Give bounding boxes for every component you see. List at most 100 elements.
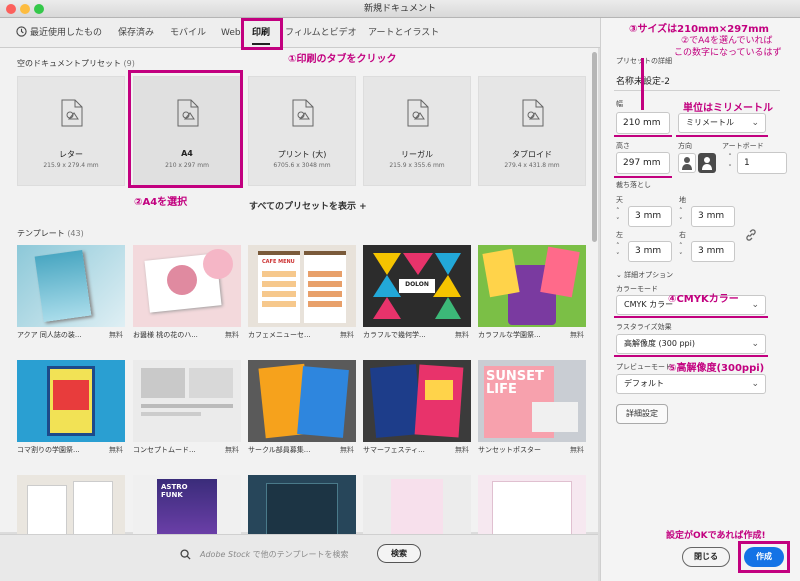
tab-mobile[interactable]: モバイル bbox=[170, 18, 206, 48]
template-card[interactable]: コマ割りの学園祭... 無料 bbox=[17, 360, 125, 454]
template-thumbnail bbox=[248, 475, 356, 534]
chevron-down-icon: ⌄ bbox=[751, 339, 759, 349]
template-card[interactable]: カラフルな学園祭... 無料 bbox=[478, 245, 586, 339]
minimize-window-icon[interactable] bbox=[20, 4, 30, 14]
tab-film-video[interactable]: フィルムとビデオ bbox=[285, 18, 357, 48]
template-card[interactable]: サークル部員募集... 無料 bbox=[248, 360, 356, 454]
template-card[interactable]: サマーフェスティ... 無料 bbox=[363, 360, 471, 454]
show-all-presets-link[interactable]: すべてのプリセットを表示 + bbox=[249, 199, 367, 212]
template-card[interactable]: SUNSET LIFE サンセットポスター 無料 bbox=[478, 360, 586, 454]
width-input[interactable]: 210 mm bbox=[616, 112, 670, 134]
color-mode-value: CMYK カラー bbox=[624, 300, 674, 309]
tab-art-illustration[interactable]: アートとイラスト bbox=[368, 18, 439, 48]
advanced-settings-button[interactable]: 詳細設定 bbox=[616, 404, 668, 424]
template-search-input[interactable]: Adobe Stock で他のテンプレートを検索 bbox=[200, 549, 348, 560]
annotation-ppi: ⑤高解像度(300ppi) bbox=[668, 363, 765, 374]
template-thumbnail bbox=[17, 245, 125, 327]
annotation-create: 設定がOKであれば作成! bbox=[666, 531, 766, 541]
preset-size: 6705.6 x 3048 mm bbox=[273, 162, 331, 169]
unit-select[interactable]: ミリメートル ⌄ bbox=[678, 113, 766, 133]
artboard-stepper[interactable]: ˄ ˅ bbox=[724, 152, 736, 174]
tab-web[interactable]: Web bbox=[221, 18, 241, 48]
bleed-bottom-input[interactable]: 3 mm bbox=[691, 206, 735, 227]
presets-heading: 空のドキュメントプリセット (9) bbox=[17, 58, 135, 69]
bleed-bottom-stepper[interactable]: ˄ ˅ bbox=[679, 206, 691, 226]
template-name: カラフルな学園祭... bbox=[478, 331, 541, 339]
link-icon[interactable] bbox=[744, 228, 758, 242]
template-free-badge: 無料 bbox=[455, 331, 469, 339]
raster-effects-select[interactable]: 高解像度 (300 ppi) ⌄ bbox=[616, 334, 766, 354]
scrollbar-thumb[interactable] bbox=[592, 52, 597, 242]
artboard-input[interactable]: 1 bbox=[737, 152, 787, 174]
template-free-badge: 無料 bbox=[570, 446, 584, 454]
tab-recent[interactable]: 最近使用したもの bbox=[16, 18, 102, 48]
template-card[interactable]: ASTRO FUNK bbox=[133, 475, 241, 534]
annotation-select-a4: ②A4を選択 bbox=[134, 197, 188, 208]
close-window-icon[interactable] bbox=[6, 4, 16, 14]
template-card[interactable]: アクア 同人誌の装... 無料 bbox=[17, 245, 125, 339]
bleed-right-stepper[interactable]: ˄ ˅ bbox=[679, 241, 691, 261]
template-card[interactable]: お醤様 桃の花のハ... 無料 bbox=[133, 245, 241, 339]
template-free-badge: 無料 bbox=[225, 331, 239, 339]
clock-icon bbox=[16, 26, 27, 37]
template-thumbnail: SUNSET LIFE bbox=[478, 360, 586, 442]
template-thumbnail: CAFE MENU bbox=[248, 245, 356, 327]
bleed-left-stepper[interactable]: ˄ ˅ bbox=[616, 241, 628, 261]
landscape-orientation-button[interactable] bbox=[698, 153, 716, 173]
bleed-label: 裁ち落とし bbox=[616, 181, 651, 189]
template-name: お醤様 桃の花のハ... bbox=[133, 331, 198, 339]
preset-letter[interactable]: レター 215.9 x 279.4 mm bbox=[17, 76, 125, 186]
template-free-badge: 無料 bbox=[109, 446, 123, 454]
template-thumbnail bbox=[478, 475, 586, 534]
preset-size: 215.9 x 279.4 mm bbox=[43, 162, 99, 169]
preset-name: レター bbox=[59, 150, 83, 159]
width-label: 幅 bbox=[616, 100, 623, 108]
annotation-unit: 単位はミリメートル bbox=[683, 103, 773, 114]
preset-name: プリント (大) bbox=[277, 150, 327, 159]
template-card[interactable] bbox=[17, 475, 125, 534]
template-card[interactable]: DOLON カラフルで幾何学... 無料 bbox=[363, 245, 471, 339]
template-thumbnail bbox=[133, 360, 241, 442]
template-name: サークル部員募集... bbox=[248, 446, 311, 454]
template-card[interactable]: CAFE MENU カフェメニューセ... 無料 bbox=[248, 245, 356, 339]
preview-mode-select[interactable]: デフォルト ⌄ bbox=[616, 374, 766, 394]
preset-legal[interactable]: リーガル 215.9 x 355.6 mm bbox=[363, 76, 471, 186]
advanced-options-toggle[interactable]: ⌄ 詳細オプション bbox=[616, 270, 673, 280]
document-icon bbox=[522, 99, 544, 127]
annotation-print-tab: ①印刷のタブをクリック bbox=[288, 54, 397, 65]
thumb-menu-text: CAFE MENU bbox=[262, 259, 295, 265]
document-icon bbox=[292, 99, 314, 127]
unit-value: ミリメートル bbox=[686, 118, 734, 127]
preset-tabloid[interactable]: タブロイド 279.4 x 431.8 mm bbox=[478, 76, 586, 186]
search-icon bbox=[180, 549, 191, 560]
advanced-options-label: 詳細オプション bbox=[624, 271, 674, 279]
bleed-top-input[interactable]: 3 mm bbox=[628, 206, 672, 227]
height-input[interactable]: 297 mm bbox=[616, 152, 670, 174]
tab-saved[interactable]: 保存済み bbox=[118, 18, 154, 48]
search-button[interactable]: 検索 bbox=[377, 544, 421, 563]
preview-mode-value: デフォルト bbox=[624, 379, 664, 388]
preview-mode-label: プレビューモード bbox=[616, 363, 672, 371]
portrait-person-icon bbox=[682, 157, 692, 170]
template-card[interactable]: コンセプトムード... 無料 bbox=[133, 360, 241, 454]
zoom-window-icon[interactable] bbox=[34, 4, 44, 14]
template-free-badge: 無料 bbox=[225, 446, 239, 454]
bleed-top-stepper[interactable]: ˄ ˅ bbox=[616, 206, 628, 226]
template-card[interactable] bbox=[363, 475, 471, 534]
raster-effects-value: 高解像度 (300 ppi) bbox=[624, 339, 695, 348]
divider bbox=[614, 90, 780, 91]
annotation-cmyk: ④CMYKカラー bbox=[668, 294, 739, 305]
bleed-right-input[interactable]: 3 mm bbox=[691, 241, 735, 262]
template-thumbnail bbox=[363, 360, 471, 442]
annotation-box-create bbox=[738, 541, 790, 573]
bleed-left-input[interactable]: 3 mm bbox=[628, 241, 672, 262]
preset-print-large[interactable]: プリント (大) 6705.6 x 3048 mm bbox=[248, 76, 356, 186]
bleed-right-label: 右 bbox=[679, 231, 686, 239]
portrait-orientation-button[interactable] bbox=[678, 153, 696, 173]
bleed-left-label: 左 bbox=[616, 231, 623, 239]
template-card[interactable] bbox=[248, 475, 356, 534]
template-thumbnail bbox=[17, 360, 125, 442]
category-tabs: 最近使用したもの 保存済み モバイル Web 印刷 フィルムとビデオ アートとイ… bbox=[0, 18, 600, 48]
template-card[interactable] bbox=[478, 475, 586, 534]
close-button[interactable]: 閉じる bbox=[682, 547, 730, 567]
